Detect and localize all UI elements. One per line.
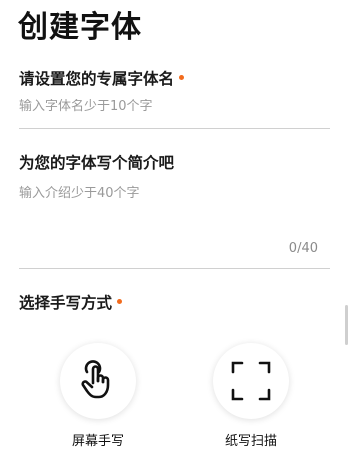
hand-touch-icon bbox=[81, 360, 110, 399]
screen-handwriting-button[interactable] bbox=[60, 343, 136, 419]
intro-char-counter: 0/40 bbox=[288, 241, 318, 256]
font-name-divider bbox=[19, 128, 330, 129]
method-label-text: 选择手写方式 bbox=[19, 294, 113, 312]
font-name-label: 请设置您的专属字体名 bbox=[19, 67, 185, 89]
scan-frame-icon bbox=[231, 361, 271, 401]
screen-handwriting-option[interactable]: 屏幕手写 bbox=[57, 343, 139, 449]
intro-textarea[interactable] bbox=[19, 182, 319, 237]
required-dot bbox=[117, 299, 123, 304]
required-dot bbox=[179, 75, 185, 80]
intro-divider bbox=[19, 268, 330, 269]
paper-scan-option[interactable]: 纸写扫描 bbox=[210, 343, 292, 449]
paper-scan-label: 纸写扫描 bbox=[224, 434, 277, 449]
paper-scan-button[interactable] bbox=[213, 343, 289, 419]
screen-handwriting-label: 屏幕手写 bbox=[71, 434, 124, 449]
intro-label: 为您的字体写个简介吧 bbox=[19, 154, 175, 172]
font-name-label-text: 请设置您的专属字体名 bbox=[19, 70, 175, 88]
method-label: 选择手写方式 bbox=[19, 291, 123, 313]
scrollbar[interactable] bbox=[345, 305, 348, 345]
page-title: 创建字体 bbox=[18, 10, 142, 45]
font-name-input[interactable] bbox=[19, 99, 319, 114]
